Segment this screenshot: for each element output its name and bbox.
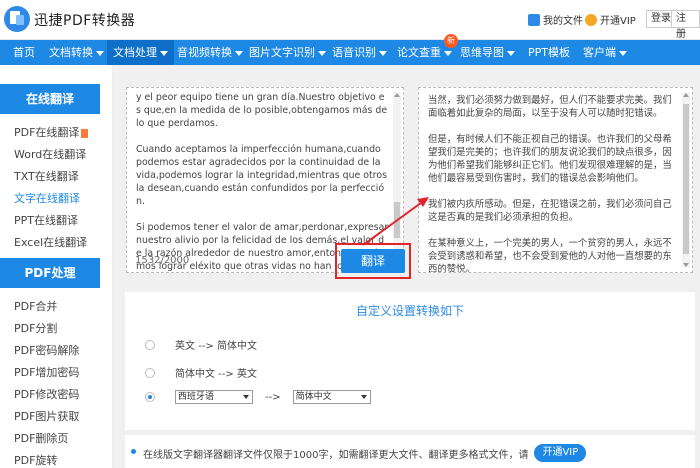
- nav-home[interactable]: 首页: [13, 40, 35, 65]
- sidebar-item-pdf-split[interactable]: PDF分割: [14, 320, 57, 336]
- nav-av-convert-label: 音视频转换: [177, 46, 232, 59]
- crown-icon: [585, 13, 597, 26]
- my-files-link[interactable]: 我的文件: [528, 12, 583, 27]
- sidebar-item-excel-translate[interactable]: Excel在线翻译: [14, 234, 87, 250]
- from-language-select[interactable]: 西班牙语: [175, 390, 253, 404]
- hot-badge-icon: [81, 128, 89, 138]
- sidebar-item-word-translate[interactable]: Word在线翻译: [14, 146, 86, 162]
- nav-av-convert[interactable]: 音视频转换: [177, 40, 243, 65]
- settings-title: 自定义设置转换如下: [355, 304, 464, 318]
- from-language-value: 西班牙语: [178, 392, 215, 402]
- chevron-down-icon: [619, 50, 627, 56]
- to-language-value: 简体中文: [295, 392, 332, 402]
- option-zh-en-radio[interactable]: [145, 367, 155, 378]
- app-logo-icon[interactable]: [4, 6, 30, 32]
- register-button[interactable]: 注册: [671, 10, 700, 40]
- settings-panel: 自定义设置转换如下 英文 --> 简体中文 简体中文 --> 英文 西班牙语 -…: [125, 292, 695, 430]
- folder-icon: [528, 13, 540, 26]
- chevron-down-icon: [235, 50, 243, 56]
- new-badge: 新: [444, 34, 458, 48]
- open-vip-button[interactable]: 开通VIP: [534, 444, 587, 462]
- chevron-down-icon: [318, 50, 326, 56]
- bullet-icon: [131, 449, 136, 454]
- nav-home-label: 首页: [13, 46, 35, 59]
- sidebar-item-pdf-translate[interactable]: PDF在线翻译: [14, 124, 89, 140]
- notice-text: 在线版文字翻译器翻译文件仅限于1000字，如需翻译更大文件、翻译更多格式文件，请: [143, 449, 529, 461]
- chevron-down-icon: [379, 50, 387, 56]
- nav-speech[interactable]: 语音识别: [332, 40, 387, 65]
- sidebar-item-pdf-extract-images[interactable]: PDF图片获取: [14, 408, 79, 424]
- main-nav: 首页 文档转换 文档处理 音视频转换 图片文字识别 语音识别 论文查重新 思维导…: [0, 34, 700, 65]
- sidebar-item-pdf-rotate[interactable]: PDF旋转: [14, 452, 57, 468]
- option-custom[interactable]: 西班牙语 --> 简体中文: [145, 390, 371, 404]
- option-custom-radio[interactable]: [145, 392, 155, 402]
- option-en-zh-label: 英文 --> 简体中文: [175, 341, 257, 352]
- nav-ocr-label: 图片文字识别: [249, 46, 315, 59]
- chevron-down-icon: [96, 50, 104, 56]
- sidebar-item-pdf-unlock[interactable]: PDF密码解除: [14, 342, 79, 358]
- nav-plagiarism[interactable]: 论文查重新: [397, 34, 458, 65]
- nav-ppt-template-label: PPT模板: [528, 46, 570, 59]
- nav-plagiarism-label: 论文查重: [397, 46, 441, 59]
- notice-text-row: 在线版文字翻译器翻译文件仅限于1000字，如需翻译更大文件、翻译更多格式文件，请…: [143, 444, 587, 462]
- chevron-down-icon: [360, 395, 367, 399]
- sidebar-item-pdf-merge[interactable]: PDF合并: [14, 298, 57, 314]
- notice-bar: 在线版文字翻译器翻译文件仅限于1000字，如需翻译更大文件、翻译更多格式文件，请…: [125, 435, 695, 468]
- direction-arrow: -->: [265, 391, 281, 403]
- nav-doc-convert-label: 文档转换: [49, 46, 93, 59]
- option-en-zh[interactable]: 英文 --> 简体中文: [145, 337, 257, 352]
- nav-doc-process-label: 文档处理: [113, 46, 157, 59]
- chevron-down-icon: [243, 395, 249, 399]
- main-content: y el peor equipo tiene un gran día.Nuest…: [113, 65, 700, 468]
- vip-label: 开通VIP: [600, 16, 636, 27]
- sidebar-item-pdf-delete-pages[interactable]: PDF删除页: [14, 430, 68, 446]
- sidebar-item-text-translate[interactable]: 文字在线翻译: [14, 190, 80, 206]
- to-language-select[interactable]: 简体中文: [292, 390, 371, 404]
- arrow-line: [362, 199, 426, 246]
- chevron-down-icon: [160, 50, 168, 56]
- sidebar-item-pdf-add-password[interactable]: PDF增加密码: [14, 364, 79, 380]
- nav-mindmap[interactable]: 思维导图: [460, 40, 515, 65]
- nav-mindmap-label: 思维导图: [460, 46, 504, 59]
- sidebar-item-ppt-translate[interactable]: PPT在线翻译: [14, 212, 78, 228]
- sidebar-section-translate: 在线翻译: [0, 84, 100, 114]
- option-zh-en-label: 简体中文 --> 英文: [175, 369, 257, 380]
- sidebar-section-pdf: PDF处理: [0, 258, 100, 288]
- sidebar-item-pdf-change-password[interactable]: PDF修改密码: [14, 386, 79, 402]
- nav-doc-convert[interactable]: 文档转换: [49, 40, 104, 65]
- option-zh-en[interactable]: 简体中文 --> 英文: [145, 365, 257, 380]
- nav-client[interactable]: 客户端: [583, 40, 627, 65]
- chevron-down-icon: [444, 50, 452, 56]
- chevron-down-icon: [507, 50, 515, 56]
- nav-client-label: 客户端: [583, 46, 616, 59]
- app-brand[interactable]: 迅捷PDF转换器: [34, 10, 135, 30]
- header: 迅捷PDF转换器 我的文件 开通VIP 登录 注册: [0, 0, 700, 40]
- sidebar: 在线翻译 PDF在线翻译 Word在线翻译 TXT在线翻译 文字在线翻译 PPT…: [0, 65, 113, 468]
- my-files-label: 我的文件: [543, 16, 583, 27]
- nav-ocr[interactable]: 图片文字识别: [249, 40, 326, 65]
- nav-ppt-template[interactable]: PPT模板: [528, 40, 570, 65]
- sidebar-item-label: PDF在线翻译: [14, 126, 80, 139]
- nav-doc-process[interactable]: 文档处理: [107, 40, 174, 65]
- sidebar-item-txt-translate[interactable]: TXT在线翻译: [14, 168, 79, 184]
- option-en-zh-radio[interactable]: [145, 339, 155, 350]
- vip-link[interactable]: 开通VIP: [585, 12, 636, 27]
- nav-speech-label: 语音识别: [332, 46, 376, 59]
